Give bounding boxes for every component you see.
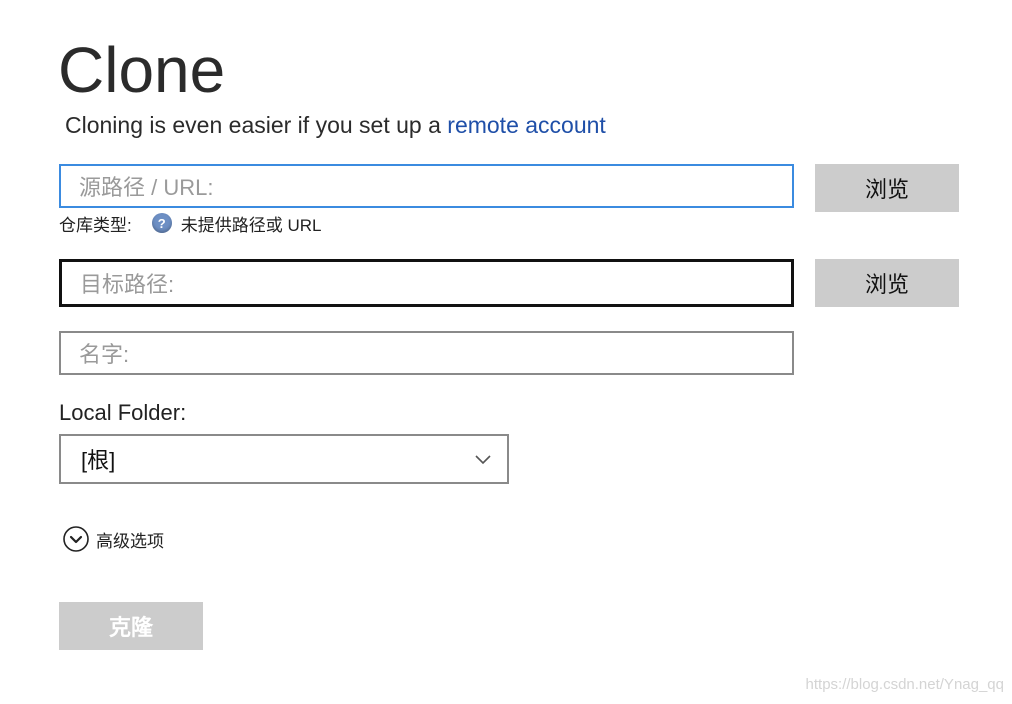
remote-account-link[interactable]: remote account (447, 112, 606, 138)
chevron-down-icon (475, 455, 491, 465)
advanced-options-toggle[interactable]: 高级选项 (62, 524, 164, 554)
help-icon[interactable]: ? (151, 213, 172, 233)
browse-source-button[interactable]: 浏览 (815, 164, 959, 212)
subtitle: Cloning is even easier if you set up a r… (65, 110, 606, 140)
target-path-placeholder: 目标路径: (80, 272, 175, 297)
target-path-input[interactable]: 目标路径: (59, 259, 794, 307)
local-folder-label: Local Folder: (59, 400, 187, 425)
clone-page: Clone Cloning is even easier if you set … (0, 0, 1012, 704)
repo-type-row: 仓库类型: ? 未提供路径或 URL (59, 210, 321, 236)
clone-button[interactable]: 克隆 (59, 602, 203, 650)
expand-circle-icon (63, 526, 89, 552)
source-url-input[interactable]: 源路径 / URL: (59, 164, 794, 208)
repo-type-status: 未提供路径或 URL (180, 215, 322, 235)
browse-target-button[interactable]: 浏览 (815, 259, 959, 307)
watermark: https://blog.csdn.net/Ynag_qq (805, 676, 1004, 693)
local-folder-select[interactable]: [根] (59, 434, 509, 484)
page-title: Clone (58, 34, 226, 106)
repo-type-label: 仓库类型: (59, 215, 132, 235)
local-folder-selected-value: [根] (81, 448, 116, 473)
name-placeholder: 名字: (79, 342, 130, 367)
subtitle-text: Cloning is even easier if you set up a (65, 112, 441, 138)
advanced-options-label: 高级选项 (96, 531, 164, 551)
name-input[interactable]: 名字: (59, 331, 794, 375)
source-url-placeholder: 源路径 / URL: (79, 175, 214, 200)
